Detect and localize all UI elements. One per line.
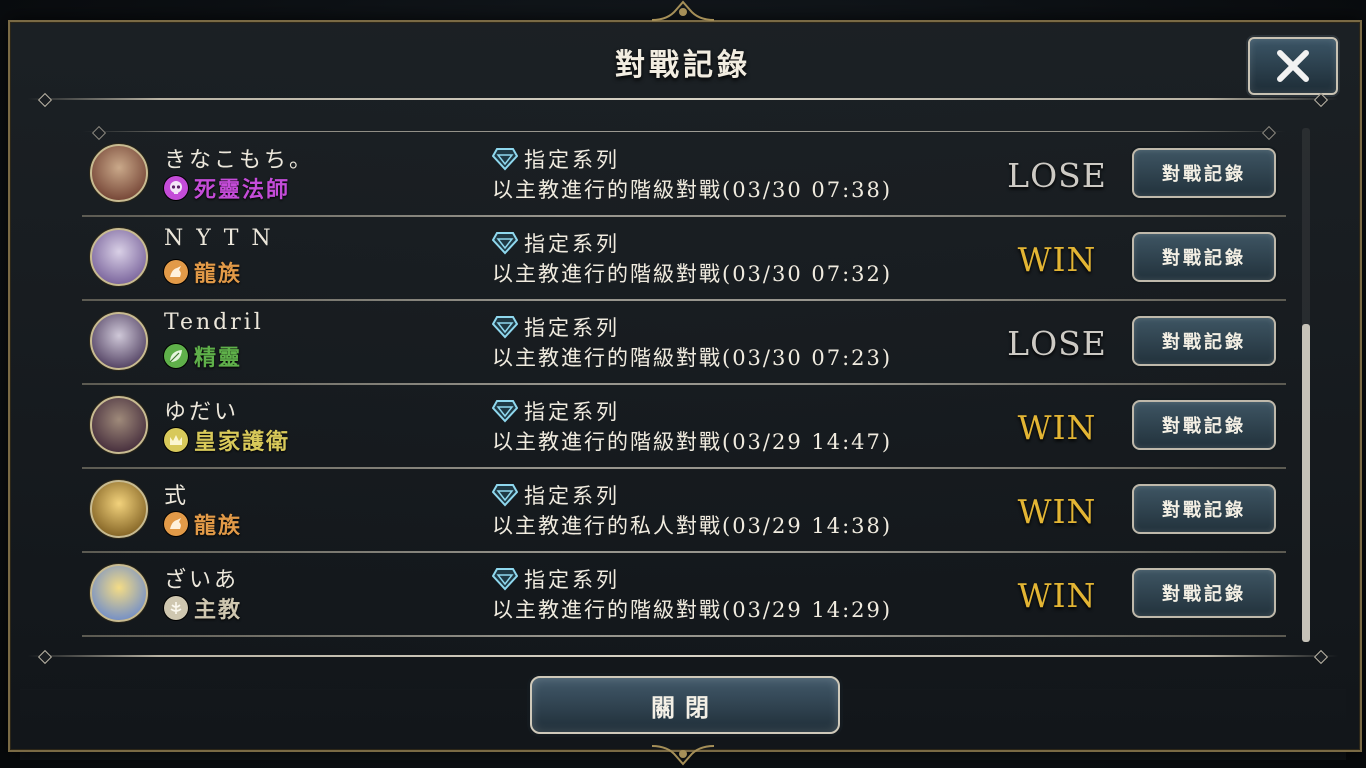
opponent-class: 主教	[164, 594, 243, 623]
match-row: ざいあ 主教 指定系列 以主教進行的階級對戰(03/29 14:29) WIN …	[82, 552, 1286, 637]
view-record-button[interactable]: 對戰記錄	[1132, 232, 1276, 282]
opponent-avatar	[90, 312, 148, 370]
match-row: Tendril 精靈 指定系列 以主教進行的階級對戰(03/30 07:23) …	[82, 300, 1286, 385]
class-label: 皇家護衛	[194, 429, 291, 455]
match-description: 以主教進行的階級對戰(03/29 14:29)	[492, 598, 893, 622]
match-result: WIN	[1017, 576, 1097, 615]
match-row: 式 龍族 指定系列 以主教進行的私人對戰(03/29 14:38) WIN 對戰…	[82, 468, 1286, 553]
format: 指定系列	[492, 144, 620, 174]
opponent-avatar	[90, 564, 148, 622]
scrollbar[interactable]	[1302, 128, 1310, 642]
class-label: 死靈法師	[194, 177, 291, 203]
opponent-class: 皇家護衛	[164, 426, 291, 455]
class-label: 龍族	[194, 513, 243, 539]
class-label: 精靈	[194, 345, 243, 371]
match-result: WIN	[1017, 492, 1097, 531]
opponent-avatar	[90, 144, 148, 202]
opponent-name: ゆだい	[164, 400, 240, 425]
opponent-avatar	[90, 228, 148, 286]
opponent-name: Tendril	[164, 310, 264, 335]
match-result: LOSE	[1007, 324, 1107, 363]
match-row: ゆだい 皇家護衛 指定系列 以主教進行的階級對戰(03/29 14:47) WI…	[82, 384, 1286, 469]
opponent-class: 龍族	[164, 510, 243, 539]
leaf-icon	[164, 344, 188, 368]
skull-icon	[164, 176, 188, 200]
match-list: きなこもち。 死靈法師 指定系列 以主教進行的階級對戰(03/30 07:38)…	[82, 132, 1286, 642]
match-description: 以主教進行的階級對戰(03/29 14:47)	[492, 430, 893, 454]
view-record-button[interactable]: 對戰記錄	[1132, 316, 1276, 366]
match-description: 以主教進行的階級對戰(03/30 07:32)	[492, 262, 893, 286]
format: 指定系列	[492, 228, 620, 258]
opponent-name: ざいあ	[164, 568, 240, 593]
opponent-class: 精靈	[164, 342, 243, 371]
view-record-button[interactable]: 對戰記錄	[1132, 568, 1276, 618]
match-row: N Y T N 龍族 指定系列 以主教進行的階級對戰(03/30 07:32) …	[82, 216, 1286, 301]
row-divider	[82, 635, 1286, 637]
match-result: LOSE	[1007, 156, 1107, 195]
opponent-avatar	[90, 396, 148, 454]
format: 指定系列	[492, 396, 620, 426]
class-label: 主教	[194, 597, 243, 623]
dialog-title: 對戰記錄	[615, 48, 751, 83]
format-gem-icon	[492, 568, 518, 591]
format-gem-icon	[492, 484, 518, 507]
format-label: 指定系列	[524, 484, 620, 508]
format-label: 指定系列	[524, 568, 620, 592]
opponent-class: 死靈法師	[164, 174, 291, 203]
match-result: WIN	[1017, 408, 1097, 447]
view-record-button[interactable]: 對戰記錄	[1132, 148, 1276, 198]
format: 指定系列	[492, 564, 620, 594]
crown-icon	[164, 428, 188, 452]
format: 指定系列	[492, 312, 620, 342]
opponent-name: N Y T N	[164, 226, 274, 251]
opponent-class: 龍族	[164, 258, 243, 287]
format-label: 指定系列	[524, 148, 620, 172]
bishop-icon	[164, 596, 188, 620]
close-button[interactable]	[1248, 37, 1338, 95]
format-label: 指定系列	[524, 316, 620, 340]
dragon-icon	[164, 512, 188, 536]
format: 指定系列	[492, 480, 620, 510]
match-description: 以主教進行的階級對戰(03/30 07:38)	[492, 178, 893, 202]
match-result: WIN	[1017, 240, 1097, 279]
scrollbar-thumb[interactable]	[1302, 324, 1310, 642]
format-gem-icon	[492, 316, 518, 339]
format-gem-icon	[492, 232, 518, 255]
close-dialog-button[interactable]: 關閉	[530, 676, 840, 734]
format-gem-icon	[492, 148, 518, 171]
opponent-name: きなこもち。	[164, 148, 315, 173]
match-description: 以主教進行的私人對戰(03/29 14:38)	[492, 514, 893, 538]
footer-divider	[28, 655, 1338, 657]
format-gem-icon	[492, 400, 518, 423]
top-ornament	[652, 0, 714, 21]
match-row: きなこもち。 死靈法師 指定系列 以主教進行的階級對戰(03/30 07:38)…	[82, 132, 1286, 217]
format-label: 指定系列	[524, 400, 620, 424]
format-label: 指定系列	[524, 232, 620, 256]
match-description: 以主教進行的階級對戰(03/30 07:23)	[492, 346, 893, 370]
close-icon	[1277, 50, 1309, 82]
opponent-avatar	[90, 480, 148, 538]
class-label: 龍族	[194, 261, 243, 287]
dragon-icon	[164, 260, 188, 284]
header-divider	[28, 98, 1338, 100]
bottom-ornament	[652, 745, 714, 766]
view-record-button[interactable]: 對戰記錄	[1132, 400, 1276, 450]
view-record-button[interactable]: 對戰記錄	[1132, 484, 1276, 534]
opponent-name: 式	[164, 484, 190, 509]
